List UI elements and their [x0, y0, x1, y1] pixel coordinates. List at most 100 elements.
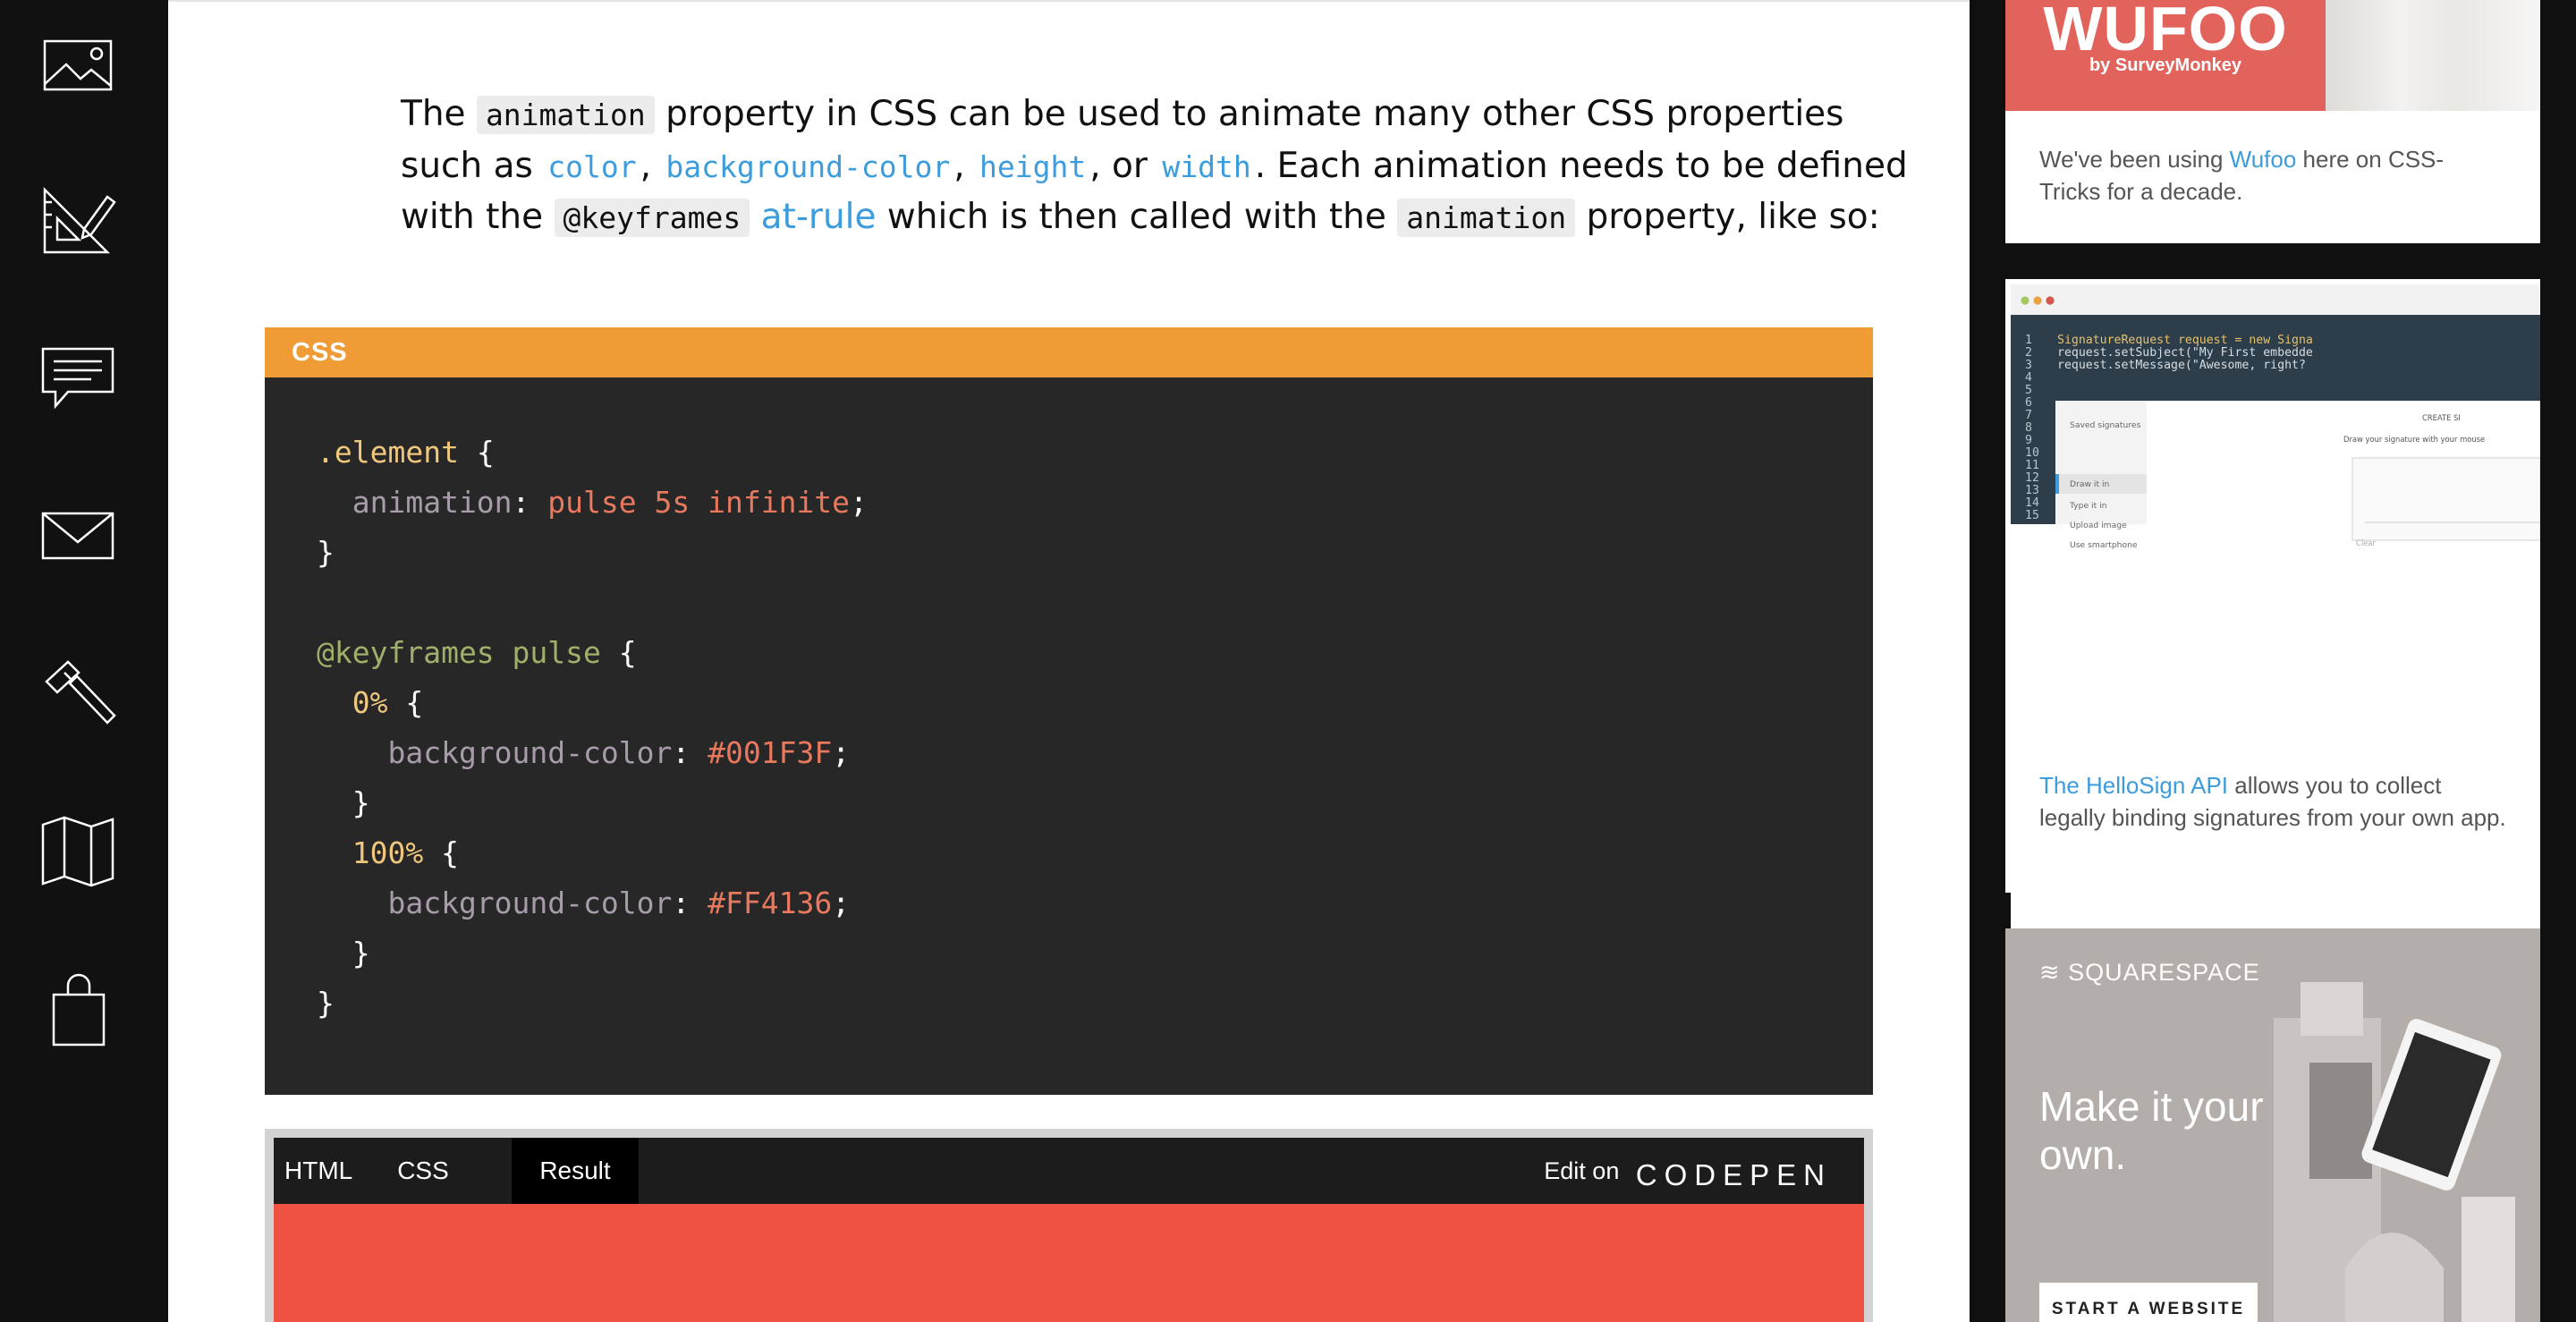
code-token: 0%: [317, 685, 388, 720]
line-number: 14: [2025, 496, 2039, 510]
hellosign-ad-text: The HelloSign API allows you to collect …: [2039, 769, 2513, 834]
window-dot-icon: [2021, 296, 2029, 305]
codepen-result-preview: [274, 1204, 1864, 1322]
code-content: .element { animation: pulse 5s infinite;…: [265, 377, 1873, 1029]
code-token: }: [317, 535, 335, 570]
line-number: 10: [2025, 446, 2039, 460]
line-number: 4: [2025, 371, 2032, 385]
menu-draw-it-in: Draw it in: [2070, 479, 2110, 489]
codepen-logo: CODEPEN: [1635, 1157, 1832, 1191]
hellosign-api-link[interactable]: The HelloSign API: [2039, 772, 2228, 799]
comments-icon[interactable]: [38, 336, 118, 417]
code-token: ;: [832, 735, 851, 770]
codepen-toolbar: HTML CSS Result Edit on CODEPEN: [274, 1138, 1864, 1218]
squarespace-logo-icon: ≋: [2039, 959, 2069, 986]
paragraph-text: ,: [640, 145, 663, 186]
code-token: :: [672, 886, 708, 920]
line-number: 12: [2025, 471, 2039, 485]
wufoo-banner[interactable]: WUFOO by SurveyMonkey: [2005, 0, 2326, 111]
line-number: 15: [2025, 509, 2039, 522]
window-dot-icon: [2033, 296, 2042, 305]
start-website-button[interactable]: START A WEBSITE: [2039, 1283, 2258, 1322]
at-rule-link[interactable]: at-rule: [761, 197, 877, 237]
tab-html[interactable]: HTML: [274, 1138, 381, 1204]
width-link[interactable]: width: [1158, 148, 1254, 186]
background-color-link[interactable]: background-color: [662, 148, 953, 186]
code-token: pulse 5s infinite: [547, 485, 851, 520]
clear-button: Clear: [2356, 538, 2376, 547]
code-token: {: [600, 635, 637, 670]
code-token: background-color: [317, 886, 673, 920]
height-link[interactable]: height: [976, 148, 1089, 186]
design-tools-icon[interactable]: [38, 179, 118, 259]
code-token: :: [512, 485, 548, 520]
code-token: }: [317, 936, 370, 970]
wufoo-link[interactable]: Wufoo: [2230, 146, 2297, 173]
code-line: SignatureRequest request = new Signa: [2057, 334, 2313, 347]
images-icon[interactable]: [38, 25, 118, 106]
inline-code: animation: [1397, 199, 1576, 237]
inline-code: animation: [476, 96, 655, 134]
code-token: #001F3F: [708, 735, 833, 770]
squarespace-logo: ≋ SQUARESPACE: [2039, 959, 2260, 986]
line-number: 7: [2025, 409, 2032, 422]
squarespace-headline: Make it your own.: [2039, 1083, 2264, 1178]
paragraph-text: which is then called with the: [876, 197, 1398, 237]
code-line: animation: pulse 5s infinite;: [317, 478, 1873, 528]
site-nav: [0, 0, 168, 1322]
line-number: 6: [2025, 396, 2032, 410]
code-line: .element {: [317, 428, 1873, 478]
line-number: 8: [2025, 421, 2032, 435]
article-paragraph: The animation property in CSS can be use…: [401, 89, 1921, 244]
edit-on-codepen-link[interactable]: Edit on CODEPEN: [1544, 1138, 1832, 1204]
line-number: 5: [2025, 384, 2032, 397]
code-token: .element: [317, 435, 459, 470]
line-number: 2: [2025, 346, 2032, 360]
paragraph-text: ,: [953, 145, 977, 186]
line-number: 9: [2025, 434, 2032, 447]
wufoo-ad[interactable]: WUFOO by SurveyMonkey We've been using W…: [2005, 0, 2540, 243]
hammer-icon[interactable]: [38, 655, 118, 735]
code-token: #FF4136: [708, 886, 833, 920]
create-signature-title: CREATE SI: [2422, 413, 2461, 422]
line-number: 11: [2025, 459, 2039, 472]
codepen-embed: HTML CSS Result Edit on CODEPEN: [265, 1129, 1873, 1322]
code-token: @keyframes pulse: [317, 635, 601, 670]
code-line: }: [317, 928, 1873, 979]
menu-saved-signatures: Saved signatures: [2070, 420, 2141, 430]
code-line: background-color: #001F3F;: [317, 728, 1873, 778]
code-line: }: [317, 528, 1873, 578]
hellosign-ad[interactable]: 1 SignatureRequest request = new Signa 2 re…: [2005, 279, 2540, 1005]
code-line: @keyframes pulse {: [317, 628, 1873, 678]
shopping-bag-icon[interactable]: [38, 970, 118, 1050]
sidebar: WUFOO by SurveyMonkey We've been using W…: [1970, 0, 2576, 1322]
wufoo-byline: by SurveyMonkey: [2089, 55, 2242, 75]
color-link[interactable]: color: [544, 148, 640, 186]
wufoo-ad-text: We've been using Wufoo here on CSS-Trick…: [2039, 143, 2496, 208]
code-token: ;: [850, 485, 868, 520]
paragraph-text: The: [401, 94, 477, 134]
menu-upload-image: Upload image: [2070, 521, 2127, 530]
code-line: background-color: #FF4136;: [317, 878, 1873, 928]
line-number: 1: [2025, 334, 2032, 347]
tab-css[interactable]: CSS: [383, 1138, 463, 1204]
squarespace-ad[interactable]: ≋ SQUARESPACE Make it your own. START A …: [2005, 928, 2540, 1322]
code-language-label: CSS: [265, 327, 1873, 377]
map-icon[interactable]: [38, 810, 118, 891]
code-token: 100%: [317, 835, 424, 870]
code-line: }: [317, 979, 1873, 1029]
article-main: The animation property in CSS can be use…: [168, 0, 1970, 1322]
mail-icon[interactable]: [38, 496, 118, 576]
code-token: animation: [317, 485, 513, 520]
code-token: }: [317, 986, 335, 1021]
code-token: ;: [832, 886, 851, 920]
draw-hint: Draw your signature with your mouse: [2343, 435, 2485, 444]
code-token: }: [317, 785, 370, 820]
hellosign-screenshot: 1 SignatureRequest request = new Signa 2 re…: [2011, 284, 2540, 1005]
code-line: 0% {: [317, 678, 1873, 728]
line-number: 3: [2025, 359, 2032, 372]
tab-result[interactable]: Result: [512, 1138, 639, 1218]
code-block: CSS .element { animation: pulse 5s infin…: [265, 327, 1873, 1095]
code-token: {: [387, 685, 424, 720]
